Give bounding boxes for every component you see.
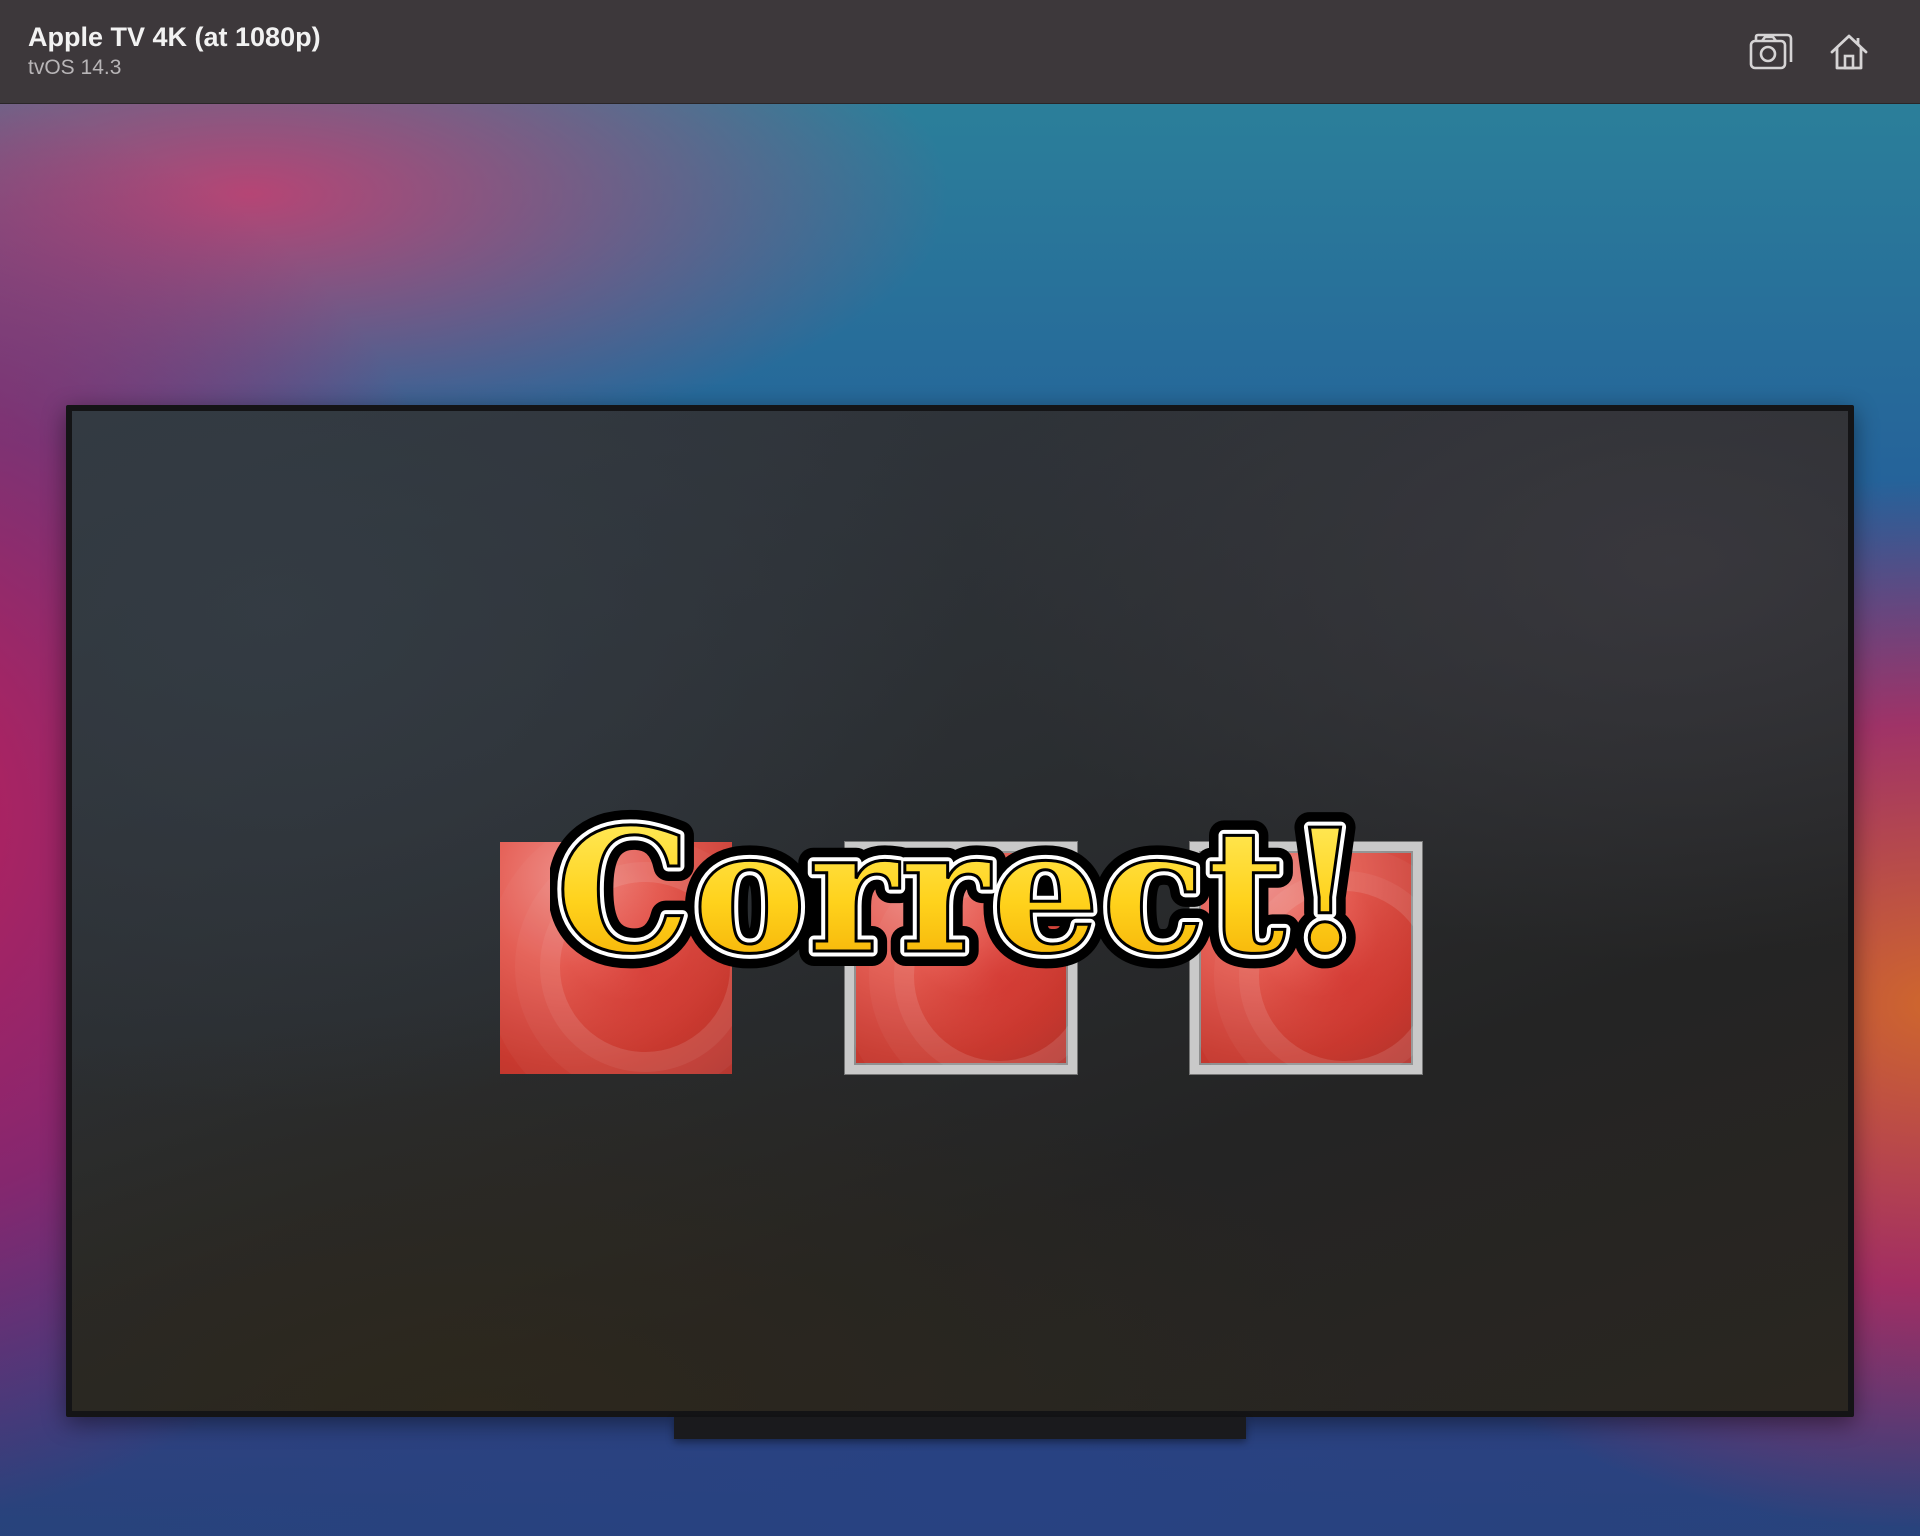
- screenshot-button[interactable]: [1747, 28, 1795, 76]
- tv-stand: [674, 1417, 1246, 1439]
- tv-bezel: Correct! Correct! Correct!: [66, 405, 1854, 1417]
- os-version: tvOS 14.3: [28, 56, 122, 79]
- desktop-wallpaper: Correct! Correct! Correct!: [0, 104, 1920, 1536]
- home-button[interactable]: [1825, 28, 1873, 76]
- tv-screen[interactable]: Correct! Correct! Correct!: [72, 411, 1848, 1411]
- camera-icon: [1749, 33, 1793, 70]
- simulator-titlebar: Apple TV 4K (at 1080p) tvOS 14.3: [0, 0, 1920, 104]
- home-icon: [1830, 34, 1868, 70]
- game-tile-3[interactable]: [1190, 842, 1422, 1074]
- game-tile-1[interactable]: [500, 842, 732, 1074]
- device-name: Apple TV 4K (at 1080p): [28, 22, 321, 52]
- game-tile-2[interactable]: [845, 842, 1077, 1074]
